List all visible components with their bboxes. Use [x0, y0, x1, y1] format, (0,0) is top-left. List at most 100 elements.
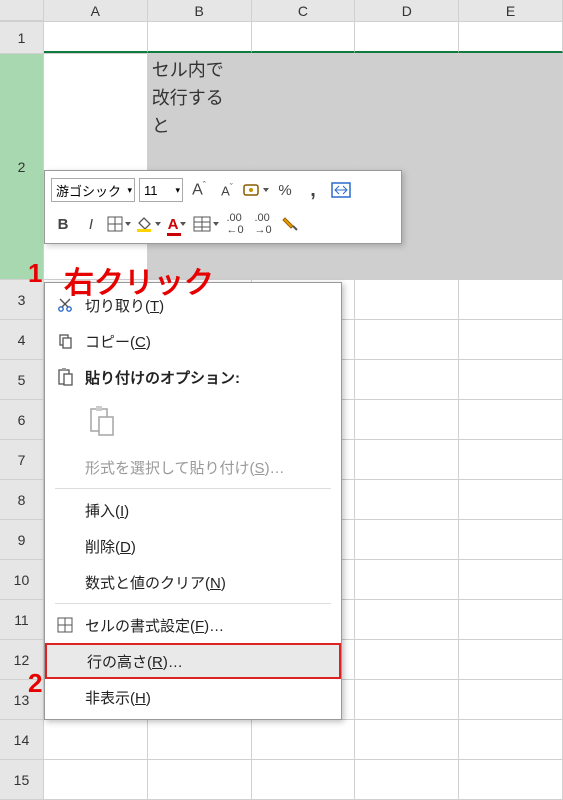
cell[interactable] — [44, 720, 148, 759]
decrease-decimal-button[interactable]: .00→0 — [251, 212, 275, 236]
row-header-7[interactable]: 7 — [0, 440, 44, 479]
cell[interactable] — [252, 720, 356, 759]
cell[interactable] — [459, 720, 563, 759]
cell[interactable] — [459, 480, 563, 519]
font-size-combo[interactable]: 11 ▾ — [139, 178, 183, 202]
cell[interactable] — [459, 600, 563, 639]
cell-a2[interactable] — [44, 54, 148, 279]
bold-button[interactable]: B — [51, 212, 75, 236]
col-header-a[interactable]: A — [44, 0, 148, 21]
increase-decimal-button[interactable]: .00←0 — [223, 212, 247, 236]
cell[interactable] — [459, 400, 563, 439]
cell[interactable] — [148, 760, 252, 799]
cell[interactable] — [252, 760, 356, 799]
cell[interactable] — [355, 680, 459, 719]
borders-button[interactable] — [107, 212, 131, 236]
menu-format-cells-label: セルの書式設定(F)… — [85, 615, 224, 636]
col-header-e[interactable]: E — [459, 0, 563, 21]
row-header-6[interactable]: 6 — [0, 400, 44, 439]
merge-center-button[interactable] — [329, 178, 353, 202]
cell[interactable] — [459, 320, 563, 359]
percent-button[interactable]: % — [273, 178, 297, 202]
cell-a1[interactable] — [44, 22, 148, 53]
cell[interactable] — [459, 440, 563, 479]
menu-copy[interactable]: コピー(C) — [45, 323, 341, 359]
menu-paste-options-header: 貼り付けのオプション: — [45, 359, 341, 395]
row-header-2[interactable]: 2 — [0, 54, 44, 279]
row-header-4[interactable]: 4 — [0, 320, 44, 359]
menu-row-height[interactable]: 行の高さ(R)… — [45, 643, 341, 679]
cell[interactable] — [355, 640, 459, 679]
comma-style-button[interactable]: , — [301, 178, 325, 202]
menu-hide[interactable]: 非表示(H) — [45, 679, 341, 715]
cell[interactable] — [148, 720, 252, 759]
cell[interactable] — [459, 560, 563, 599]
menu-hide-label: 非表示(H) — [85, 687, 151, 708]
row-header-1[interactable]: 1 — [0, 22, 44, 53]
cell[interactable] — [355, 400, 459, 439]
cell[interactable] — [355, 360, 459, 399]
italic-button[interactable]: I — [79, 212, 103, 236]
menu-insert-label: 挿入(I) — [85, 500, 129, 521]
format-cells-icon — [55, 615, 75, 635]
table-icon — [193, 216, 211, 232]
row-header-5[interactable]: 5 — [0, 360, 44, 399]
select-all-corner[interactable] — [0, 0, 44, 21]
cell[interactable] — [459, 760, 563, 799]
fill-color-button[interactable] — [135, 212, 161, 236]
cell[interactable] — [459, 360, 563, 399]
menu-delete[interactable]: 削除(D) — [45, 528, 341, 564]
row-header-10[interactable]: 10 — [0, 560, 44, 599]
cell[interactable] — [355, 440, 459, 479]
menu-format-cells[interactable]: セルの書式設定(F)… — [45, 607, 341, 643]
cell[interactable] — [355, 760, 459, 799]
menu-clear[interactable]: 数式と値のクリア(N) — [45, 564, 341, 600]
column-headers-row: A B C D E — [0, 0, 563, 22]
annotation-number-2: 2 — [28, 668, 42, 699]
col-header-c[interactable]: C — [252, 0, 356, 21]
conditional-format-button[interactable] — [193, 212, 219, 236]
cell[interactable] — [459, 280, 563, 319]
cell[interactable] — [355, 280, 459, 319]
cell[interactable] — [459, 640, 563, 679]
menu-copy-label: コピー(C) — [85, 331, 151, 352]
row-header-9[interactable]: 9 — [0, 520, 44, 559]
col-header-d[interactable]: D — [355, 0, 459, 21]
menu-insert[interactable]: 挿入(I) — [45, 492, 341, 528]
font-color-button[interactable]: A — [165, 212, 189, 236]
cell[interactable] — [459, 520, 563, 559]
decrease-font-button[interactable]: Aˇ — [215, 178, 239, 202]
col-header-b[interactable]: B — [148, 0, 252, 21]
cell[interactable] — [459, 680, 563, 719]
cell[interactable] — [355, 320, 459, 359]
cell-b1[interactable] — [148, 22, 252, 53]
copy-icon — [55, 331, 75, 351]
cell[interactable] — [355, 560, 459, 599]
increase-font-button[interactable]: Aˆ — [187, 178, 211, 202]
cell[interactable] — [355, 600, 459, 639]
paste-default-button[interactable] — [89, 410, 117, 434]
row-header-8[interactable]: 8 — [0, 480, 44, 519]
mini-toolbar: 游ゴシック ▾ 11 ▾ Aˆ Aˇ % , B I A — [44, 170, 402, 244]
cell-d2[interactable] — [355, 54, 459, 279]
clipboard-icon — [55, 367, 75, 387]
cell-c1[interactable] — [252, 22, 356, 53]
cell[interactable] — [355, 520, 459, 559]
accounting-format-button[interactable] — [243, 178, 269, 202]
font-name-combo[interactable]: 游ゴシック ▾ — [51, 178, 135, 202]
cell-e2[interactable] — [459, 54, 563, 279]
cell[interactable] — [355, 480, 459, 519]
cell-c2[interactable] — [252, 54, 356, 279]
row-header-15[interactable]: 15 — [0, 760, 44, 799]
format-painter-button[interactable] — [279, 212, 303, 236]
row-header-11[interactable]: 11 — [0, 600, 44, 639]
cell[interactable] — [355, 720, 459, 759]
cell-d1[interactable] — [355, 22, 459, 53]
annotation-text-1: 右クリック — [64, 258, 214, 302]
menu-separator — [55, 603, 331, 604]
cell[interactable] — [44, 760, 148, 799]
menu-separator — [55, 488, 331, 489]
cell-e1[interactable] — [459, 22, 563, 53]
row-header-14[interactable]: 14 — [0, 720, 44, 759]
cell-b2[interactable]: セル内で 改行する と — [148, 54, 252, 279]
